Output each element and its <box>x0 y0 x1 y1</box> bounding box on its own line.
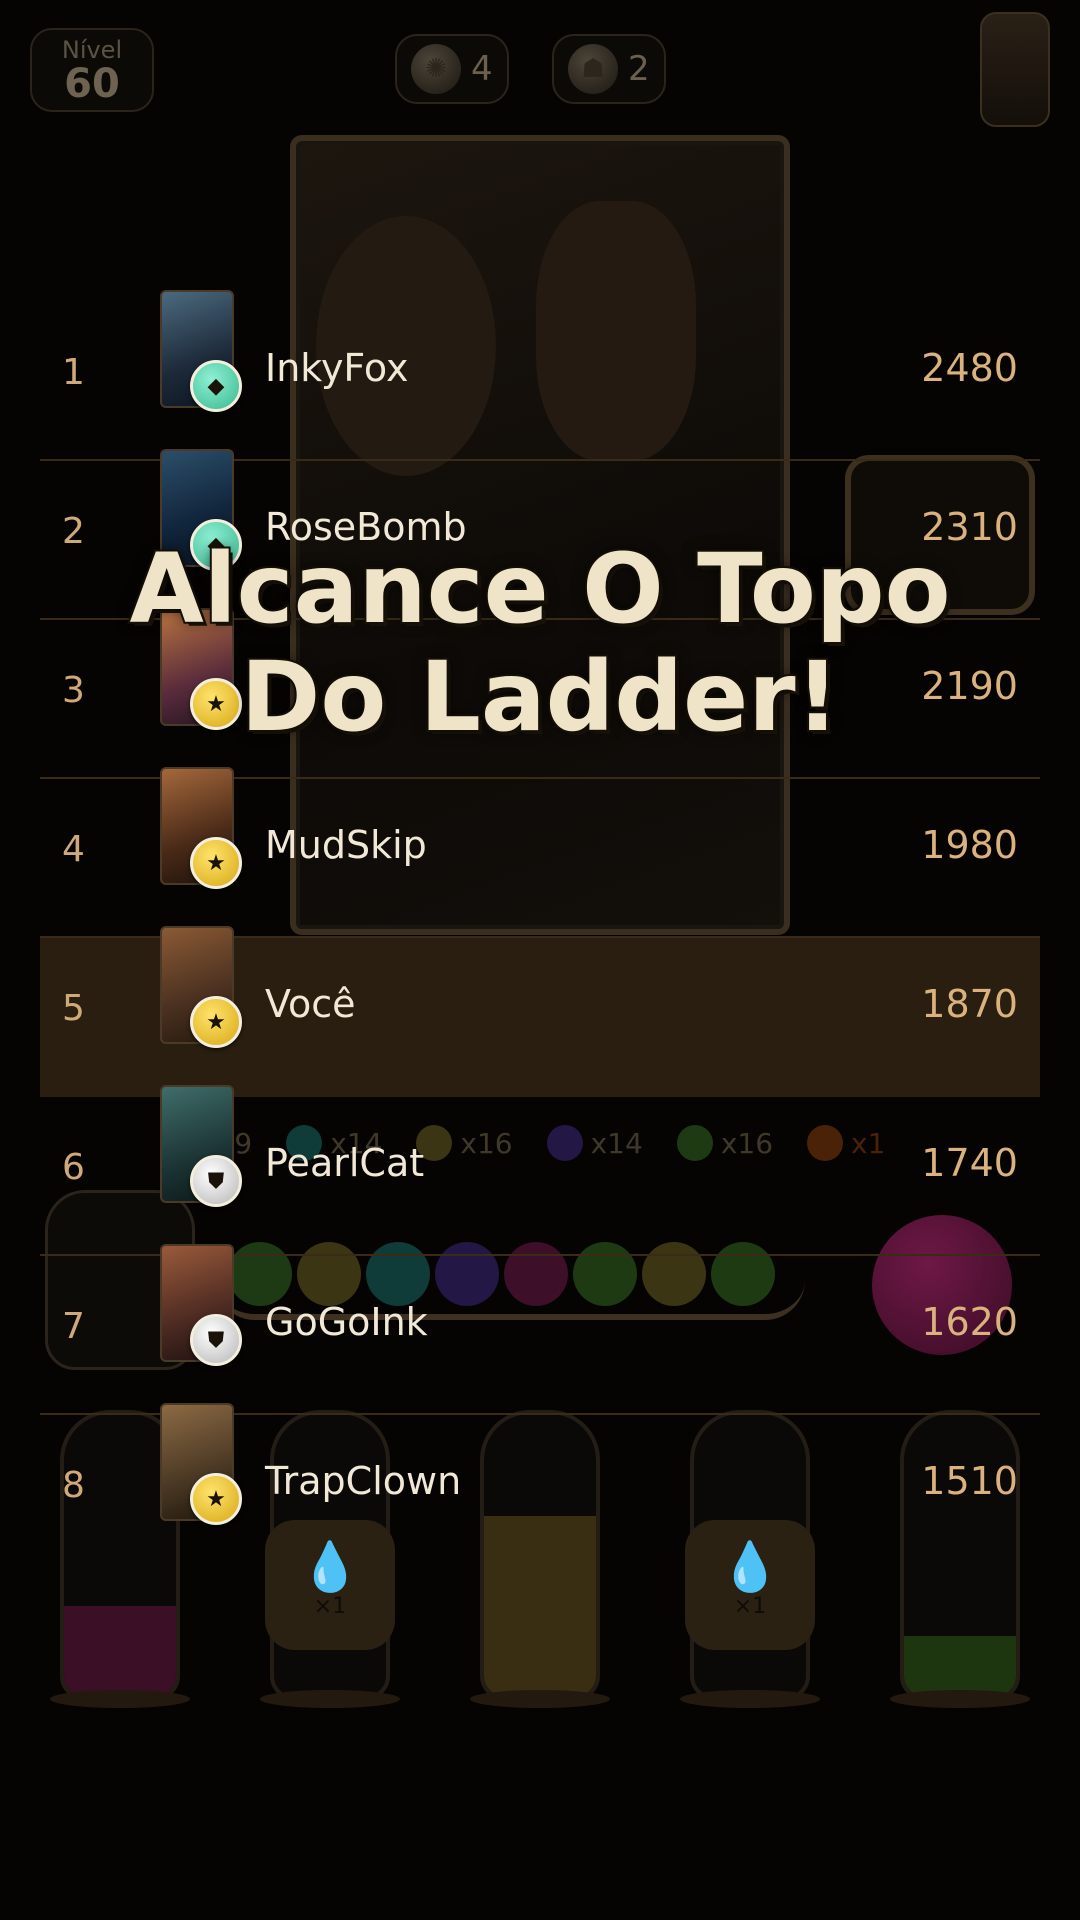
player-score: 2480 <box>921 346 1018 390</box>
bottle-base <box>260 1690 400 1708</box>
booster-pill-octopus[interactable]: ✺ 4 <box>395 34 509 104</box>
bottle-base <box>680 1690 820 1708</box>
player-name: Você <box>265 982 356 1026</box>
rank: 7 <box>62 1306 85 1347</box>
booster-count-octopus: 4 <box>471 49 493 89</box>
rank: 1 <box>62 352 85 393</box>
player-score: 1980 <box>921 823 1018 867</box>
rank: 8 <box>62 1465 85 1506</box>
booster-count-robot: 2 <box>628 49 650 89</box>
player-name: InkyFox <box>265 346 409 390</box>
player-name: TrapClown <box>265 1459 462 1503</box>
player-name: MudSkip <box>265 823 427 867</box>
player-score: 1510 <box>921 1459 1018 1503</box>
bottle-base <box>470 1690 610 1708</box>
rank: 6 <box>62 1147 85 1188</box>
leaderboard-row[interactable]: 6 ⛊ PearlCat 1740 <box>40 1085 1040 1256</box>
rank: 4 <box>62 829 85 870</box>
leaderboard-row-current-player[interactable]: 5 ★ Você 1870 <box>40 926 1040 1097</box>
level-label: Nível <box>61 36 123 64</box>
player-score: 1870 <box>921 982 1018 1026</box>
character-portrait[interactable] <box>980 12 1050 127</box>
headline-line-2: Do Ladder! <box>239 641 842 753</box>
level-value: 60 <box>64 61 120 107</box>
drop-count: ×1 <box>733 1594 767 1619</box>
level-indicator: Nível 60 <box>30 28 154 112</box>
leaderboard-row[interactable]: 1 ◆ InkyFox 2480 <box>40 290 1040 461</box>
bottle-liquid <box>64 1606 176 1696</box>
player-name: PearlCat <box>265 1141 425 1185</box>
bottle-base <box>890 1690 1030 1708</box>
promo-headline: Alcance O Topo Do Ladder! <box>0 533 1080 753</box>
shield-badge-icon: ⛊ <box>190 1314 242 1366</box>
player-name: GoGoInk <box>265 1300 428 1344</box>
leaderboard-row[interactable]: 7 ⛊ GoGoInk 1620 <box>40 1244 1040 1415</box>
star-badge-icon: ★ <box>190 1473 242 1525</box>
rank: 5 <box>62 988 85 1029</box>
drop-count: ×1 <box>313 1594 347 1619</box>
octopus-icon: ✺ <box>411 44 461 94</box>
leaderboard-row[interactable]: 8 ★ TrapClown 1510 <box>40 1403 1040 1574</box>
star-badge-icon: ★ <box>190 837 242 889</box>
player-score: 1620 <box>921 1300 1018 1344</box>
bottle-base <box>50 1690 190 1708</box>
booster-pill-robot[interactable]: ☗ 2 <box>552 34 666 104</box>
robot-head-icon: ☗ <box>568 44 618 94</box>
leaderboard-row[interactable]: 4 ★ MudSkip 1980 <box>40 767 1040 938</box>
leaderboard: 1 ◆ InkyFox 2480 2 ◆ RoseBomb 2310 3 ★ 2… <box>40 290 1040 1574</box>
shield-badge-icon: ⛊ <box>190 1155 242 1207</box>
gem-badge-icon: ◆ <box>190 360 242 412</box>
player-score: 1740 <box>921 1141 1018 1185</box>
headline-line-1: Alcance O Topo <box>127 533 952 645</box>
bottle-liquid <box>904 1636 1016 1696</box>
star-badge-icon: ★ <box>190 996 242 1048</box>
